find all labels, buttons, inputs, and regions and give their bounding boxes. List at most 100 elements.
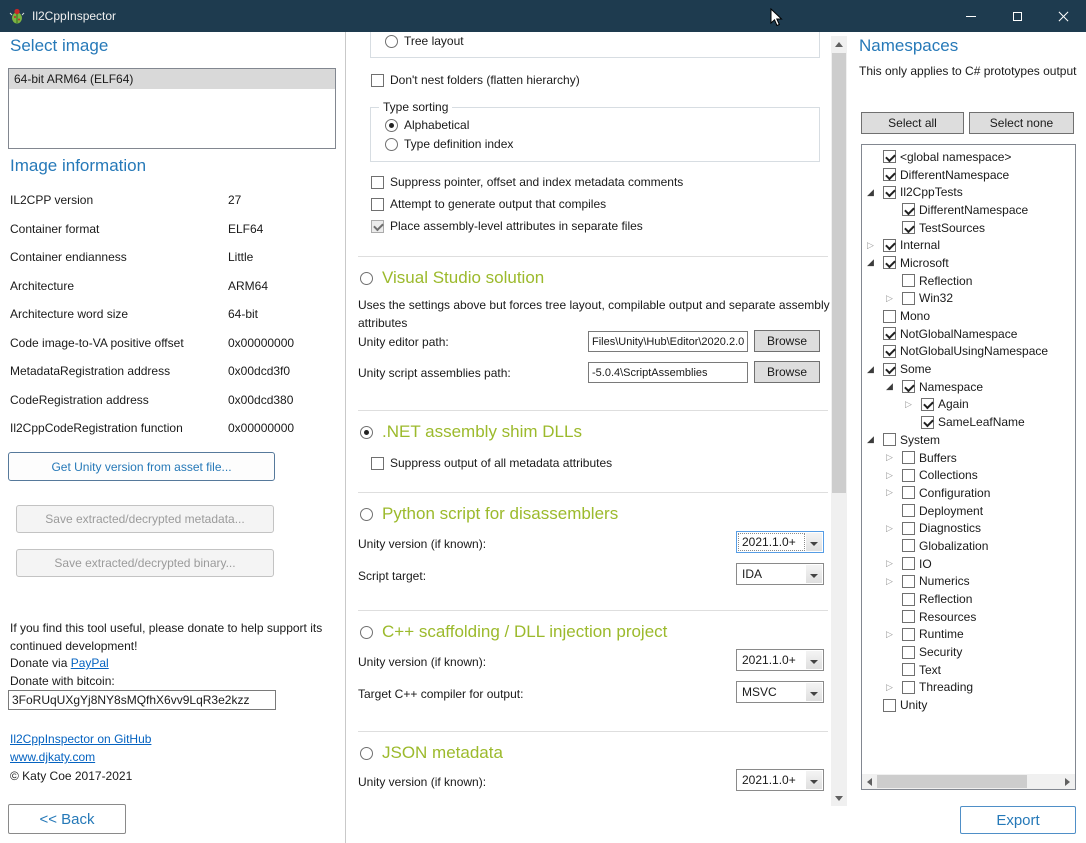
tree-item[interactable]: Buffers xyxy=(862,449,1075,467)
namespace-checkbox[interactable] xyxy=(921,416,934,429)
suppress-metadata-comments-checkbox[interactable] xyxy=(371,176,384,189)
namespace-label[interactable]: Text xyxy=(919,663,941,677)
namespace-label[interactable]: Buffers xyxy=(919,451,957,465)
namespace-label[interactable]: Unity xyxy=(900,698,927,712)
tree-item[interactable]: Diagnostics xyxy=(862,519,1075,537)
paypal-link[interactable]: PayPal xyxy=(71,656,109,670)
save-metadata-button[interactable]: Save extracted/decrypted metadata... xyxy=(16,505,274,533)
namespace-checkbox[interactable] xyxy=(902,557,915,570)
unity-editor-path-input[interactable] xyxy=(588,331,748,352)
tree-item[interactable]: Some xyxy=(862,360,1075,378)
python-script-radio[interactable] xyxy=(360,508,373,521)
namespace-label[interactable]: Some xyxy=(900,362,931,376)
namespace-label[interactable]: Numerics xyxy=(919,574,970,588)
tree-item[interactable]: Numerics xyxy=(862,573,1075,591)
namespace-label[interactable]: Again xyxy=(938,397,969,411)
namespace-checkbox[interactable] xyxy=(902,628,915,641)
namespace-label[interactable]: Reflection xyxy=(919,274,972,288)
cpp-scaffolding-radio[interactable] xyxy=(360,626,373,639)
namespace-label[interactable]: Microsoft xyxy=(900,256,949,270)
suppress-metadata-attributes-checkbox[interactable] xyxy=(371,457,384,470)
namespace-checkbox[interactable] xyxy=(902,593,915,606)
expander-closed-icon[interactable] xyxy=(886,628,902,641)
tree-item[interactable]: Text xyxy=(862,661,1075,679)
close-button[interactable] xyxy=(1040,0,1086,32)
namespace-tree[interactable]: <global namespace>DifferentNamespaceIl2C… xyxy=(861,144,1076,790)
alphabetical-radio[interactable] xyxy=(385,119,398,132)
tree-item[interactable]: IO xyxy=(862,555,1075,573)
tree-item[interactable]: Reflection xyxy=(862,272,1075,290)
namespace-checkbox[interactable] xyxy=(902,522,915,535)
tree-item[interactable]: Security xyxy=(862,643,1075,661)
namespace-label[interactable]: Threading xyxy=(919,680,973,694)
namespace-checkbox[interactable] xyxy=(902,504,915,517)
horizontal-scrollbar-thumb[interactable] xyxy=(877,775,1027,788)
namespace-label[interactable]: Runtime xyxy=(919,627,964,641)
namespace-label[interactable]: <global namespace> xyxy=(900,150,1011,164)
expander-closed-icon[interactable] xyxy=(886,575,902,588)
namespace-checkbox[interactable] xyxy=(902,274,915,287)
namespace-label[interactable]: Resources xyxy=(919,610,976,624)
cpp-compiler-select[interactable]: MSVC xyxy=(736,681,824,703)
flatten-hierarchy-checkbox[interactable] xyxy=(371,74,384,87)
export-button[interactable]: Export xyxy=(960,806,1076,834)
namespace-checkbox[interactable] xyxy=(902,380,915,393)
namespace-checkbox[interactable] xyxy=(902,663,915,676)
namespace-checkbox[interactable] xyxy=(883,186,896,199)
namespace-label[interactable]: TestSources xyxy=(919,221,985,235)
namespace-label[interactable]: Globalization xyxy=(919,539,988,553)
scroll-left-button[interactable] xyxy=(862,774,877,789)
expander-open-icon[interactable] xyxy=(886,380,902,393)
scroll-up-button[interactable] xyxy=(831,36,847,52)
tree-item[interactable]: Microsoft xyxy=(862,254,1075,272)
tree-item[interactable]: Namespace xyxy=(862,378,1075,396)
python-unity-version-select[interactable]: 2021.1.0+ xyxy=(736,531,824,553)
namespace-checkbox[interactable] xyxy=(921,398,934,411)
namespace-checkbox[interactable] xyxy=(883,699,896,712)
compilable-output-checkbox[interactable] xyxy=(371,198,384,211)
namespace-checkbox[interactable] xyxy=(902,486,915,499)
tree-item[interactable]: NotGlobalUsingNamespace xyxy=(862,343,1075,361)
namespace-label[interactable]: IO xyxy=(919,557,932,571)
scroll-down-button[interactable] xyxy=(831,790,847,806)
namespace-checkbox[interactable] xyxy=(883,327,896,340)
back-button[interactable]: << Back xyxy=(8,804,126,834)
namespace-checkbox[interactable] xyxy=(902,681,915,694)
namespace-label[interactable]: Win32 xyxy=(919,291,953,305)
namespace-checkbox[interactable] xyxy=(902,203,915,216)
save-binary-button[interactable]: Save extracted/decrypted binary... xyxy=(16,549,274,577)
image-list[interactable]: 64-bit ARM64 (ELF64) xyxy=(8,68,336,149)
namespace-checkbox[interactable] xyxy=(883,345,896,358)
tree-item[interactable]: Collections xyxy=(862,466,1075,484)
namespace-label[interactable]: NotGlobalNamespace xyxy=(900,327,1017,341)
namespace-label[interactable]: Namespace xyxy=(919,380,983,394)
get-unity-version-button[interactable]: Get Unity version from asset file... xyxy=(8,452,275,481)
separate-attribute-files-checkbox[interactable] xyxy=(371,220,384,233)
tree-item[interactable]: Deployment xyxy=(862,502,1075,520)
tree-item[interactable]: DifferentNamespace xyxy=(862,166,1075,184)
namespace-label[interactable]: NotGlobalUsingNamespace xyxy=(900,344,1048,358)
namespace-label[interactable]: Diagnostics xyxy=(919,521,981,535)
bitcoin-address-input[interactable] xyxy=(8,690,276,710)
namespace-checkbox[interactable] xyxy=(902,451,915,464)
vs-solution-radio[interactable] xyxy=(360,272,373,285)
image-list-item[interactable]: 64-bit ARM64 (ELF64) xyxy=(9,69,335,89)
json-metadata-radio[interactable] xyxy=(360,747,373,760)
tree-item[interactable]: DifferentNamespace xyxy=(862,201,1075,219)
tree-item[interactable]: Configuration xyxy=(862,484,1075,502)
namespace-label[interactable]: Il2CppTests xyxy=(900,185,963,199)
select-all-button[interactable]: Select all xyxy=(861,112,964,134)
type-definition-index-radio[interactable] xyxy=(385,138,398,151)
github-link[interactable]: Il2CppInspector on GitHub xyxy=(10,732,151,746)
tree-item[interactable]: Il2CppTests xyxy=(862,183,1075,201)
script-target-select[interactable]: IDA xyxy=(736,563,824,585)
tree-item[interactable]: Runtime xyxy=(862,626,1075,644)
expander-closed-icon[interactable] xyxy=(886,469,902,482)
namespace-label[interactable]: Internal xyxy=(900,238,940,252)
minimize-button[interactable] xyxy=(948,0,994,32)
expander-closed-icon[interactable] xyxy=(886,451,902,464)
expander-open-icon[interactable] xyxy=(867,433,883,446)
tree-item[interactable]: Resources xyxy=(862,608,1075,626)
namespace-label[interactable]: Collections xyxy=(919,468,978,482)
namespace-checkbox[interactable] xyxy=(883,433,896,446)
